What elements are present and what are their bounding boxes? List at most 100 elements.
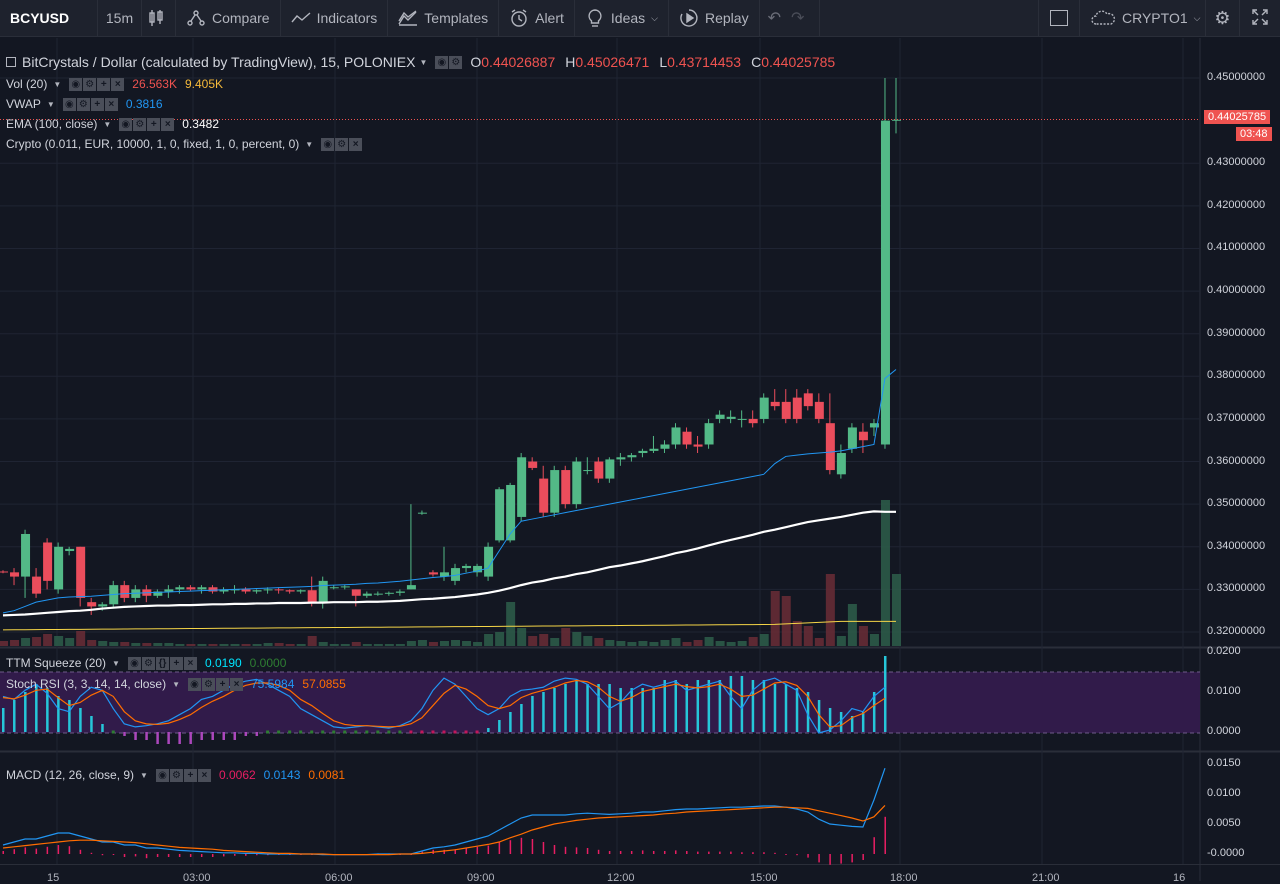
study-controls[interactable]: ◉ ⚙{} + × [127, 656, 197, 670]
chevron-down-icon[interactable]: ▼ [47, 100, 55, 109]
compare-button[interactable]: Compare [176, 0, 281, 37]
ttm-bar [57, 696, 60, 732]
fullscreen-button[interactable] [1240, 0, 1280, 37]
study-value: 9.405K [185, 77, 224, 91]
layout-button[interactable] [1038, 0, 1080, 37]
macd-histogram-bar [2, 851, 4, 854]
study-controls[interactable]: ◉ ⚙ + × [119, 117, 175, 131]
macd-histogram-bar [189, 854, 192, 857]
ideas-button[interactable]: Ideas ⌵ [575, 0, 669, 37]
code-icon[interactable]: {} [155, 656, 169, 670]
chevron-down-icon[interactable]: ▼ [53, 80, 61, 89]
chevron-down-icon[interactable]: ▼ [305, 140, 313, 149]
volume-bar [87, 640, 97, 646]
macd-histogram-bar [79, 849, 82, 854]
candle-body [462, 565, 472, 569]
eye-icon[interactable]: ◉ [127, 656, 141, 670]
settings-icon[interactable]: ⚙ [76, 97, 90, 111]
chevron-down-icon[interactable]: ▼ [112, 659, 120, 668]
settings-icon[interactable]: ⚙ [169, 768, 183, 782]
add-icon[interactable]: + [183, 768, 197, 782]
study-controls[interactable]: ◉ ⚙ × [321, 137, 363, 151]
symbol-search[interactable]: BCYUSD [0, 0, 98, 37]
eye-icon[interactable]: ◉ [188, 677, 201, 691]
eye-icon[interactable]: ◉ [321, 137, 335, 151]
settings-icon[interactable]: ⚙ [449, 55, 463, 69]
settings-icon[interactable]: ⚙ [141, 656, 155, 670]
macd-histogram-bar [630, 851, 633, 854]
eye-icon[interactable]: ◉ [119, 117, 133, 131]
add-icon[interactable]: + [90, 97, 104, 111]
eye-icon[interactable]: ◉ [69, 77, 83, 91]
macd-histogram-bar [245, 854, 247, 856]
ema-legend: EMA (100, close) ▼ ◉ ⚙ + × 0.3482 [6, 117, 227, 131]
candle-body [186, 587, 196, 590]
study-name[interactable]: Vol (20) [6, 77, 47, 91]
chevron-down-icon[interactable]: ▼ [140, 771, 148, 780]
study-name[interactable]: EMA (100, close) [6, 117, 97, 131]
close-icon[interactable]: × [349, 137, 363, 151]
close-icon[interactable]: × [183, 656, 197, 670]
add-icon[interactable]: + [147, 117, 161, 131]
eye-icon[interactable]: ◉ [155, 768, 169, 782]
redo-icon[interactable]: ↷ [791, 8, 804, 28]
add-icon[interactable]: + [169, 656, 183, 670]
settings-icon[interactable]: ⚙ [83, 77, 97, 91]
last-price-badge: 0.44025785 [1204, 110, 1271, 124]
add-icon[interactable]: + [97, 77, 111, 91]
study-name[interactable]: TTM Squeeze (20) [6, 656, 106, 670]
close-icon[interactable]: × [104, 97, 118, 111]
eye-icon[interactable]: ◉ [435, 55, 449, 69]
close-icon[interactable]: × [111, 77, 125, 91]
candle-body [682, 431, 692, 445]
ttm-bar [520, 704, 523, 732]
candle-body [208, 587, 218, 592]
add-icon[interactable]: + [216, 677, 229, 691]
series-controls[interactable]: ◉ ⚙ [435, 55, 463, 69]
alert-button[interactable]: Alert [499, 0, 575, 37]
study-controls[interactable]: ◉ ⚙ + × [69, 77, 125, 91]
ttm-bar [123, 732, 126, 736]
candle-body [329, 587, 339, 589]
chevron-down-icon[interactable]: ▼ [172, 680, 180, 689]
close-icon[interactable]: × [161, 117, 175, 131]
study-controls[interactable]: ◉ ⚙ + × [188, 677, 243, 691]
candle-body [384, 592, 394, 594]
candle-body [318, 580, 328, 603]
price-tick-label: 0.33000000 [1207, 582, 1266, 595]
settings-icon[interactable]: ⚙ [335, 137, 349, 151]
chart-style-button[interactable] [142, 0, 176, 37]
study-name[interactable]: Crypto (0.011, EUR, 10000, 1, 0, fixed, … [6, 137, 299, 151]
close-icon[interactable]: × [230, 677, 243, 691]
templates-button[interactable]: Templates [388, 0, 500, 37]
series-title[interactable]: BitCrystals / Dollar (calculated by Trad… [22, 54, 415, 70]
settings-button[interactable]: ⚙ [1206, 0, 1240, 37]
study-controls[interactable]: ◉ ⚙ + × [62, 97, 118, 111]
main-series-legend: BitCrystals / Dollar (calculated by Trad… [6, 54, 835, 70]
study-name[interactable]: Stoch RSI (3, 3, 14, 14, close) [6, 677, 166, 691]
undo-icon[interactable]: ↶ [768, 8, 781, 28]
interval-selector[interactable]: 15m [98, 0, 142, 37]
settings-icon[interactable]: ⚙ [133, 117, 147, 131]
chevron-down-icon[interactable]: ▼ [419, 58, 427, 67]
chart-canvas[interactable] [0, 38, 1280, 881]
chart-area[interactable]: BitCrystals / Dollar (calculated by Trad… [0, 38, 1280, 884]
replay-button[interactable]: Replay [669, 0, 760, 37]
volume-bar [329, 644, 339, 646]
volume-bar [428, 642, 438, 646]
ttm-legend: TTM Squeeze (20) ▼ ◉ ⚙{} + × 0.0190 0.0000 [6, 656, 294, 670]
eye-icon[interactable]: ◉ [62, 97, 76, 111]
chevron-down-icon[interactable]: ▼ [103, 120, 111, 129]
study-controls[interactable]: ◉ ⚙ + × [155, 768, 211, 782]
save-layout-button[interactable]: CRYPTO1 ⌵ [1080, 0, 1206, 37]
study-name[interactable]: VWAP [6, 97, 41, 111]
settings-icon[interactable]: ⚙ [202, 677, 215, 691]
indicators-button[interactable]: Indicators [281, 0, 389, 37]
collapse-legend-icon[interactable] [6, 57, 16, 67]
candle-body [605, 459, 615, 479]
candle-body [120, 585, 130, 598]
study-name[interactable]: MACD (12, 26, close, 9) [6, 768, 134, 782]
candle-body [285, 590, 295, 592]
close-icon[interactable]: × [197, 768, 211, 782]
macd-histogram-bar [553, 845, 556, 854]
